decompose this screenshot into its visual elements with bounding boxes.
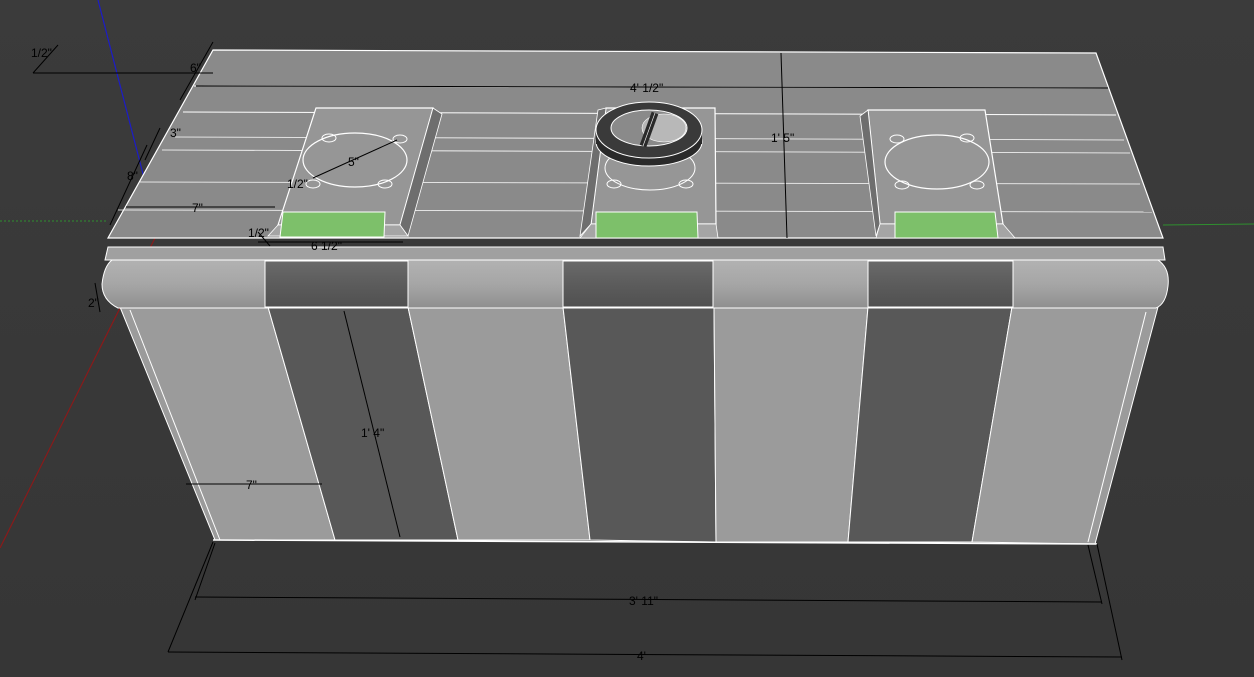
side-strip-5[interactable] (713, 306, 869, 543)
dim-7-side: 7" (246, 478, 257, 492)
lip-top-band (104, 246, 1166, 261)
dim-7-top: 7" (192, 201, 203, 215)
right-green-tag[interactable] (894, 211, 999, 239)
lip-band-3 (867, 260, 1014, 308)
dim-6-half: 6 1/2" (311, 239, 342, 253)
right-pad[interactable] (867, 109, 1004, 225)
axis-green-right (1162, 223, 1254, 226)
dim-half-mid: 1/2" (287, 177, 308, 191)
middle-green-tag[interactable] (595, 211, 699, 239)
dim-half-left: 1/2" (248, 226, 269, 240)
lip-band-2 (562, 260, 714, 308)
dim-4-half: 4' 1/2" (630, 81, 663, 95)
dim-half-top: 1/2" (31, 46, 52, 60)
dim-5: 5" (348, 155, 359, 169)
dim-3: 3" (170, 126, 181, 140)
model-scene[interactable]: 1/2" 6" 4' 1/2" 3" 8" 7" 1/2" 5" 1/2" 6 … (0, 0, 1254, 677)
left-green-tag[interactable] (279, 211, 386, 238)
dim-1-5: 1' 5" (771, 131, 794, 145)
3d-viewport[interactable]: 1/2" 6" 4' 1/2" 3" 8" 7" 1/2" 5" 1/2" 6 … (0, 0, 1254, 677)
dim-8: 8" (127, 169, 138, 183)
top-face[interactable] (106, 49, 1164, 239)
lip-band-1 (264, 260, 409, 308)
side-face[interactable] (119, 306, 1159, 545)
fill-cap[interactable] (595, 101, 703, 167)
dim-1-4: 1' 4" (361, 426, 384, 440)
dim-2: 2" (88, 296, 99, 310)
dim-3-11: 3' 11" (629, 594, 658, 608)
rounded-lip[interactable] (101, 246, 1169, 309)
side-strip-4[interactable] (562, 306, 717, 543)
dim-6: 6" (190, 61, 201, 75)
dim-4: 4' (637, 649, 646, 663)
